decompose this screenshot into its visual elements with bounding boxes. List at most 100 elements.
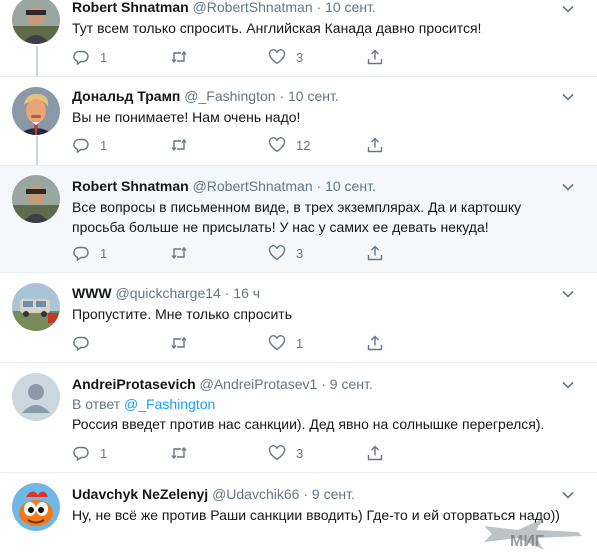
reply-button[interactable]: 1 <box>72 244 107 262</box>
watermark-logo: МИГ <box>478 512 590 552</box>
like-button[interactable]: 3 <box>268 444 303 462</box>
author-name[interactable]: Udavchyk NeZelenyj <box>72 486 208 502</box>
tweet[interactable]: Дональд Трамп @_Fashington · 10 сент. Вы… <box>0 77 597 164</box>
share-icon <box>367 49 383 65</box>
author-handle[interactable]: @_Fashington <box>184 88 275 104</box>
separator-dot: · <box>303 486 308 502</box>
like-count: 1 <box>296 335 304 351</box>
like-icon <box>268 335 286 351</box>
like-count: 3 <box>296 245 304 261</box>
chevron-down-icon[interactable] <box>561 90 575 104</box>
reply-count: 1 <box>100 137 108 153</box>
tweet-actions: 1 3 <box>72 48 412 66</box>
share-icon <box>367 445 383 461</box>
like-button[interactable]: 3 <box>268 244 303 262</box>
like-icon <box>268 137 286 153</box>
author-name[interactable]: Robert Shnatman <box>72 178 189 194</box>
author-handle[interactable]: @RobertShnatman <box>193 0 313 15</box>
reply-context: В ответ @_Fashington <box>72 395 215 413</box>
tweet-time[interactable]: 10 сент. <box>325 178 376 194</box>
like-icon <box>268 49 286 65</box>
like-count: 12 <box>296 137 311 153</box>
tweet-time[interactable]: 9 сент. <box>330 376 373 392</box>
retweet-icon <box>171 138 187 152</box>
author-handle[interactable]: @quickcharge14 <box>116 285 221 301</box>
retweet-icon <box>171 50 187 64</box>
like-count: 3 <box>296 445 304 461</box>
share-button[interactable] <box>366 244 384 262</box>
thread-line <box>36 46 38 80</box>
separator-dot: · <box>316 178 322 194</box>
author-name[interactable]: AndreiProtasevich <box>72 376 196 392</box>
tweet-actions: 1 12 <box>72 136 412 154</box>
tweet[interactable]: Robert Shnatman @RobertShnatman · 10 сен… <box>0 0 597 74</box>
share-icon <box>367 245 383 261</box>
tweet-time[interactable]: 9 сент. <box>312 486 355 502</box>
author-handle[interactable]: @AndreiProtasev1 <box>200 376 318 392</box>
reply-mention-link[interactable]: @_Fashington <box>124 396 215 412</box>
share-button[interactable] <box>366 48 384 66</box>
like-button[interactable]: 12 <box>268 136 310 154</box>
author-name[interactable]: Robert Shnatman <box>72 0 189 15</box>
tweet-text: Все вопросы в письменном виде, в трех эк… <box>72 199 522 235</box>
tweet[interactable]: WWW @quickcharge14 · 16 ч Пропустите. Мн… <box>0 273 597 361</box>
tweet-text: Тут всем только спросить. Английская Кан… <box>72 20 482 36</box>
reply-icon <box>73 246 89 262</box>
tweet[interactable]: Robert Shnatman @RobertShnatman · 10 сен… <box>0 166 597 272</box>
share-button[interactable] <box>366 444 384 462</box>
author-handle[interactable]: @RobertShnatman <box>193 178 313 194</box>
author-handle[interactable]: @Udavchik66 <box>212 486 299 502</box>
retweet-button[interactable] <box>170 136 198 154</box>
retweet-icon <box>171 446 187 460</box>
avatar[interactable] <box>12 483 60 531</box>
retweet-button[interactable] <box>170 444 198 462</box>
retweet-button[interactable] <box>170 334 198 352</box>
retweet-button[interactable] <box>170 244 198 262</box>
tweet-text: Вы не понимаете! Нам очень надо! <box>72 109 301 125</box>
tweet-text: Россия введет против нас санкции). Дед я… <box>72 416 545 432</box>
share-icon <box>367 335 383 351</box>
like-count: 3 <box>296 49 304 65</box>
share-button[interactable] <box>366 334 384 352</box>
retweet-button[interactable] <box>170 48 198 66</box>
chevron-down-icon[interactable] <box>561 287 575 301</box>
like-button[interactable]: 1 <box>268 334 303 352</box>
author-name[interactable]: Дональд Трамп <box>72 88 180 104</box>
retweet-icon <box>171 246 187 260</box>
like-icon <box>268 445 286 461</box>
tweet-actions: 1 <box>72 334 412 352</box>
reply-icon <box>73 50 89 66</box>
avatar[interactable] <box>12 283 60 331</box>
tweet[interactable]: AndreiProtasevich @AndreiProtasev1 · 9 с… <box>0 363 597 472</box>
chevron-down-icon[interactable] <box>561 2 575 16</box>
reply-button[interactable]: 1 <box>72 444 107 462</box>
tweet-time[interactable]: 16 ч <box>233 285 260 301</box>
avatar[interactable] <box>12 373 60 421</box>
share-button[interactable] <box>366 136 384 154</box>
avatar[interactable] <box>12 175 60 223</box>
separator-dot: · <box>224 285 230 301</box>
retweet-icon <box>171 336 187 350</box>
reply-count: 1 <box>100 245 108 261</box>
separator-dot: · <box>321 376 326 392</box>
tweet-time[interactable]: 10 сент. <box>288 88 339 104</box>
like-icon <box>268 245 286 261</box>
reply-icon <box>73 138 89 154</box>
avatar[interactable] <box>12 87 60 135</box>
separator-dot: · <box>316 0 322 15</box>
tweet-actions: 1 3 <box>72 244 412 262</box>
chevron-down-icon[interactable] <box>561 180 575 194</box>
tweet-time[interactable]: 10 сент. <box>325 0 376 15</box>
like-button[interactable]: 3 <box>268 48 303 66</box>
chevron-down-icon[interactable] <box>561 378 575 392</box>
chevron-down-icon[interactable] <box>561 488 575 502</box>
reply-button[interactable]: 1 <box>72 48 107 66</box>
tweet-text: Пропустите. Мне только спросить <box>72 306 293 322</box>
reply-button[interactable] <box>72 334 100 352</box>
thread-line <box>36 136 38 166</box>
avatar[interactable] <box>12 0 60 44</box>
author-name[interactable]: WWW <box>72 285 112 301</box>
tweet-actions: 1 3 <box>72 444 412 462</box>
reply-button[interactable]: 1 <box>72 136 107 154</box>
share-icon <box>367 137 383 153</box>
